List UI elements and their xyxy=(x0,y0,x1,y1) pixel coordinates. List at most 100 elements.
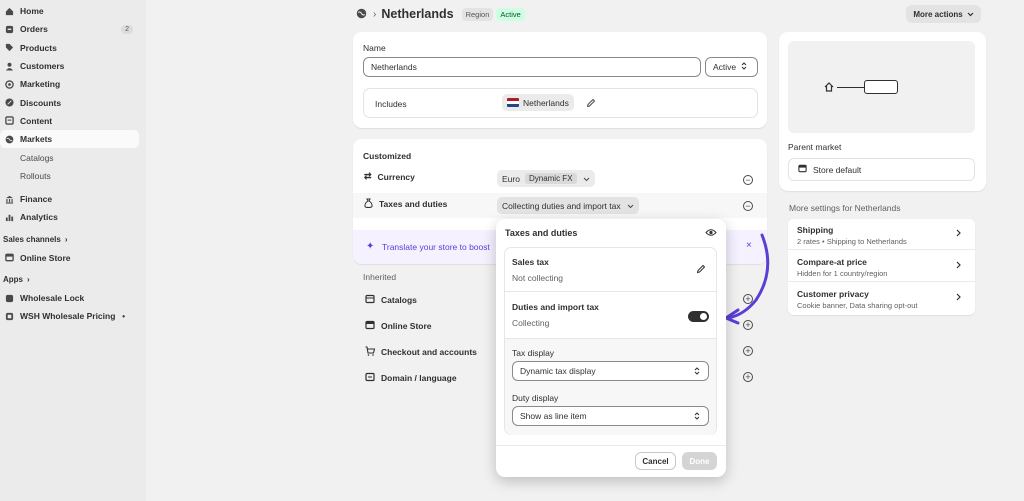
sidebar-item-label: Online Store xyxy=(20,252,71,263)
app-icon xyxy=(5,294,14,303)
popover-title: Taxes and duties xyxy=(505,228,578,238)
sidebar-item-products[interactable]: Products xyxy=(0,39,139,57)
chevron-right-icon xyxy=(956,293,961,303)
sidebar-item-online-store[interactable]: Online Store xyxy=(0,249,139,267)
money-bag-icon xyxy=(364,198,373,210)
shipping-row[interactable]: Shipping 2 rates • Shipping to Netherlan… xyxy=(788,219,975,250)
eye-icon[interactable] xyxy=(705,228,717,239)
sidebar-item-wholesale-lock[interactable]: Wholesale Lock xyxy=(0,289,139,307)
chevron-right-icon: › xyxy=(27,275,30,285)
remove-currency-button[interactable]: − xyxy=(743,175,753,185)
sidebar-item-label: WSH Wholesale Pricing xyxy=(20,311,116,322)
content-icon xyxy=(5,116,14,126)
orders-icon xyxy=(5,25,14,34)
discount-icon xyxy=(5,98,14,107)
status-badge: Active xyxy=(496,7,525,21)
pencil-icon[interactable] xyxy=(696,264,706,276)
sidebar-item-markets[interactable]: Markets xyxy=(0,130,139,149)
sales-tax-row: Sales tax Not collecting xyxy=(505,248,716,292)
breadcrumb-chevron-icon: › xyxy=(373,8,377,20)
netherlands-flag-icon xyxy=(507,98,519,107)
inherited-online-store-row[interactable]: Online Store xyxy=(365,320,432,332)
store-icon xyxy=(798,164,807,175)
sidebar-item-orders[interactable]: Orders 2 xyxy=(0,20,139,38)
apps-header[interactable]: Apps › xyxy=(0,271,146,289)
inherited-domain-row[interactable]: Domain / language xyxy=(365,372,457,384)
sidebar-item-rollouts[interactable]: Rollouts xyxy=(0,167,139,185)
sidebar-item-catalogs[interactable]: Catalogs xyxy=(0,148,139,166)
connector-line xyxy=(837,87,864,89)
currency-row: ⇄ Currency xyxy=(364,171,415,182)
parent-market-select[interactable]: Store default xyxy=(788,158,975,181)
currency-pill[interactable]: Euro Dynamic FX xyxy=(497,170,595,187)
status-select[interactable]: Active xyxy=(705,57,758,77)
bank-icon xyxy=(5,195,14,204)
duties-toggle[interactable] xyxy=(688,311,709,322)
store-icon xyxy=(365,320,375,332)
sidebar-item-label: Home xyxy=(20,6,44,17)
sidebar-item-label: Wholesale Lock xyxy=(20,293,85,303)
market-diagram xyxy=(788,41,975,133)
customized-title: Customized xyxy=(363,151,412,161)
app-icon xyxy=(5,312,14,321)
more-settings-card: Shipping 2 rates • Shipping to Netherlan… xyxy=(788,219,975,315)
sidebar-item-label: Catalogs xyxy=(20,152,54,163)
sidebar-item-wsh-wholesale-pricing[interactable]: WSH Wholesale Pricing • xyxy=(0,307,139,325)
duty-display-select[interactable]: Show as line item xyxy=(512,406,709,426)
sidebar-item-content[interactable]: Content xyxy=(0,112,139,130)
pencil-icon[interactable] xyxy=(586,98,596,110)
popover-settings-group: Sales tax Not collecting Duties and impo… xyxy=(504,247,717,435)
translate-text[interactable]: Translate your store to boost xyxy=(382,242,490,252)
sidebar-item-analytics[interactable]: Analytics xyxy=(0,208,139,226)
catalog-icon xyxy=(365,294,375,306)
domain-icon xyxy=(365,372,375,384)
sales-channels-header[interactable]: Sales channels › xyxy=(0,231,146,249)
cancel-button[interactable]: Cancel xyxy=(635,452,676,470)
globe-icon xyxy=(356,8,367,21)
chevron-right-icon xyxy=(956,261,961,271)
page-title: Netherlands xyxy=(381,7,454,21)
name-input[interactable]: Netherlands xyxy=(363,57,701,77)
compare-at-price-row[interactable]: Compare-at price Hidden for 1 country/re… xyxy=(788,251,975,282)
more-actions-button[interactable]: More actions xyxy=(906,5,981,23)
sidebar-item-home[interactable]: Home xyxy=(0,2,139,20)
sidebar-item-customers[interactable]: Customers xyxy=(0,57,139,75)
add-domain-button[interactable]: + xyxy=(743,372,753,382)
duty-display-label: Duty display xyxy=(512,393,559,403)
remove-taxes-button[interactable]: − xyxy=(743,201,753,211)
market-node xyxy=(864,80,898,94)
sidebar: Home Orders 2 Products Customers Marketi… xyxy=(0,0,146,501)
sidebar-item-label: Content xyxy=(20,115,53,126)
includes-row: Includes Netherlands xyxy=(363,88,758,118)
taxes-pill[interactable]: Collecting duties and import tax xyxy=(497,197,639,214)
globe-icon xyxy=(5,135,14,144)
tax-display-label: Tax display xyxy=(512,348,555,358)
sparkle-icon: ✦ xyxy=(366,241,375,252)
more-settings-title: More settings for Netherlands xyxy=(789,203,901,213)
done-button[interactable]: Done xyxy=(682,452,717,470)
page-header: › Netherlands Region Active xyxy=(356,5,525,23)
sidebar-item-marketing[interactable]: Marketing xyxy=(0,75,139,93)
sidebar-item-label: Customers xyxy=(20,61,65,72)
sidebar-item-label: Rollouts xyxy=(20,170,51,181)
display-settings: Tax display Dynamic tax display Duty dis… xyxy=(505,338,716,435)
sidebar-item-discounts[interactable]: Discounts xyxy=(0,93,139,111)
tag-icon xyxy=(5,43,14,52)
tax-display-select[interactable]: Dynamic tax display xyxy=(512,361,709,381)
inherited-checkout-row[interactable]: Checkout and accounts xyxy=(365,346,477,358)
parent-market-card: Parent market Store default xyxy=(779,32,986,191)
chart-icon xyxy=(5,213,14,222)
chevron-right-icon xyxy=(956,229,961,239)
sidebar-item-finance[interactable]: Finance xyxy=(0,190,139,208)
chevron-down-icon xyxy=(967,10,974,19)
inherited-catalogs-row[interactable]: Catalogs xyxy=(365,294,417,306)
sidebar-item-label: Products xyxy=(20,42,57,53)
customer-privacy-row[interactable]: Customer privacy Cookie banner, Data sha… xyxy=(788,283,975,314)
add-checkout-button[interactable]: + xyxy=(743,346,753,356)
country-pill[interactable]: Netherlands xyxy=(502,94,574,111)
select-arrows-icon xyxy=(694,367,700,377)
dot-icon: • xyxy=(122,311,125,321)
currency-exchange-icon: ⇄ xyxy=(364,171,372,181)
select-arrows-icon xyxy=(741,62,747,72)
home-icon xyxy=(5,7,14,16)
